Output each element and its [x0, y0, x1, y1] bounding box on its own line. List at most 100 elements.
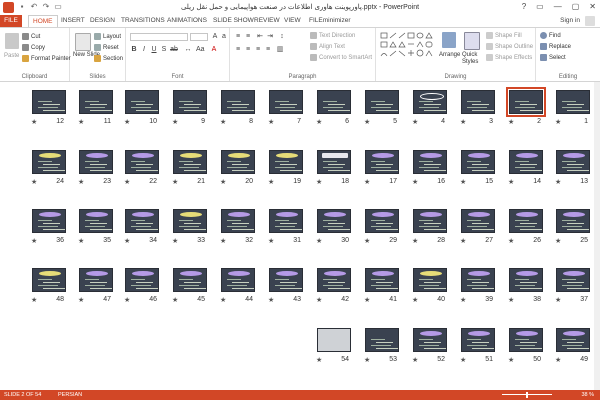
transition-star-icon[interactable]: ★ [31, 178, 37, 186]
strikethrough-icon[interactable]: ab [170, 46, 178, 54]
tab-animations[interactable]: ANIMATIONS [163, 15, 211, 27]
format-painter-button[interactable]: Format Painter [22, 55, 71, 62]
slide-thumbnail[interactable] [365, 328, 399, 352]
slide-thumbnail[interactable] [32, 268, 66, 292]
transition-star-icon[interactable]: ★ [268, 118, 274, 126]
transition-star-icon[interactable]: ★ [316, 296, 322, 304]
transition-star-icon[interactable]: ★ [412, 118, 418, 126]
transition-star-icon[interactable]: ★ [220, 237, 226, 245]
find-button[interactable]: Find [540, 32, 561, 39]
slide-thumbnail[interactable] [509, 268, 543, 292]
avatar[interactable] [585, 16, 595, 26]
transition-star-icon[interactable]: ★ [31, 118, 37, 126]
slide-thumbnail[interactable] [32, 209, 66, 233]
language-indicator[interactable]: PERSIAN [58, 390, 82, 400]
transition-star-icon[interactable]: ★ [555, 178, 561, 186]
slide-thumbnail[interactable] [461, 328, 495, 352]
transition-star-icon[interactable]: ★ [508, 356, 514, 364]
transition-star-icon[interactable]: ★ [220, 178, 226, 186]
tab-design[interactable]: DESIGN [86, 15, 119, 27]
slide-thumbnail[interactable] [221, 268, 255, 292]
tab-view[interactable]: VIEW [280, 15, 305, 27]
slide-thumbnail[interactable] [79, 90, 113, 114]
transition-star-icon[interactable]: ★ [124, 237, 130, 245]
transition-star-icon[interactable]: ★ [316, 237, 322, 245]
text-direction-button[interactable]: Text Direction [310, 32, 355, 39]
slide-thumbnail[interactable] [365, 150, 399, 174]
slide-thumbnail[interactable] [269, 90, 303, 114]
transition-star-icon[interactable]: ★ [172, 237, 178, 245]
slide-thumbnail[interactable] [365, 209, 399, 233]
align-center-icon[interactable]: ≡ [244, 46, 252, 54]
transition-star-icon[interactable]: ★ [364, 178, 370, 186]
transition-star-icon[interactable]: ★ [268, 296, 274, 304]
shape-effects-button[interactable]: Shape Effects [486, 54, 532, 61]
bullets-icon[interactable]: ≡ [234, 33, 242, 41]
slide-thumbnail[interactable] [317, 209, 351, 233]
transition-star-icon[interactable]: ★ [460, 296, 466, 304]
slide-thumbnail[interactable] [461, 90, 495, 114]
paste-button[interactable]: Paste [4, 53, 19, 59]
slide-thumbnail[interactable] [32, 150, 66, 174]
transition-star-icon[interactable]: ★ [555, 237, 561, 245]
align-right-icon[interactable]: ≡ [254, 46, 262, 54]
slide-thumbnail[interactable] [317, 150, 351, 174]
transition-star-icon[interactable]: ★ [124, 178, 130, 186]
slide-thumbnail[interactable] [79, 150, 113, 174]
tab-insert[interactable]: INSERT [57, 15, 89, 27]
quick-styles-button[interactable]: Quick Styles [462, 52, 482, 66]
slide-thumbnail[interactable] [221, 209, 255, 233]
shrink-font-icon[interactable]: a [220, 33, 228, 41]
transition-star-icon[interactable]: ★ [460, 356, 466, 364]
reset-button[interactable]: Reset [94, 44, 119, 51]
bold-icon[interactable]: B [130, 46, 138, 54]
font-color-icon[interactable]: A [210, 46, 218, 54]
font-size-box[interactable] [190, 33, 208, 41]
transition-star-icon[interactable]: ★ [555, 356, 561, 364]
increase-indent-icon[interactable]: ⇥ [266, 33, 274, 41]
zoom-slider-knob[interactable] [526, 392, 528, 398]
transition-star-icon[interactable]: ★ [316, 356, 322, 364]
shapes-gallery[interactable] [380, 32, 436, 62]
minimize-button[interactable]: — [554, 2, 562, 11]
slide-thumbnail[interactable] [173, 150, 207, 174]
align-text-button[interactable]: Align Text [310, 43, 345, 50]
align-left-icon[interactable]: ≡ [234, 46, 242, 54]
transition-star-icon[interactable]: ★ [78, 296, 84, 304]
slide-thumbnail[interactable] [269, 268, 303, 292]
cut-button[interactable]: Cut [22, 33, 40, 40]
slide-thumbnail[interactable] [413, 90, 447, 114]
slide-thumbnail[interactable] [556, 150, 590, 174]
help-button[interactable]: ? [522, 2, 526, 11]
slide-thumbnail[interactable] [317, 90, 351, 114]
transition-star-icon[interactable]: ★ [31, 237, 37, 245]
slide-thumbnail[interactable] [79, 209, 113, 233]
slide-thumbnail[interactable] [413, 268, 447, 292]
paste-icon[interactable] [5, 33, 19, 49]
slide-thumbnail[interactable] [173, 268, 207, 292]
slide-thumbnail[interactable] [125, 268, 159, 292]
transition-star-icon[interactable]: ★ [412, 356, 418, 364]
arrange-button[interactable]: Arrange [439, 52, 460, 58]
slide-thumbnail[interactable] [413, 328, 447, 352]
transition-star-icon[interactable]: ★ [412, 178, 418, 186]
transition-star-icon[interactable]: ★ [316, 178, 322, 186]
slide-thumbnail[interactable] [461, 150, 495, 174]
slide-thumbnail[interactable] [556, 90, 590, 114]
transition-star-icon[interactable]: ★ [172, 296, 178, 304]
slide-thumbnail[interactable] [173, 90, 207, 114]
transition-star-icon[interactable]: ★ [508, 296, 514, 304]
italic-icon[interactable]: I [140, 46, 148, 54]
slide-thumbnail[interactable] [556, 328, 590, 352]
tab-home[interactable]: HOME [28, 15, 58, 27]
tab-transitions[interactable]: TRANSITIONS [117, 15, 169, 27]
slide-thumbnail[interactable] [221, 90, 255, 114]
transition-star-icon[interactable]: ★ [268, 178, 274, 186]
slide-thumbnail[interactable] [365, 90, 399, 114]
slide-thumbnail[interactable] [509, 328, 543, 352]
slide-thumbnail[interactable] [413, 150, 447, 174]
transition-star-icon[interactable]: ★ [508, 118, 514, 126]
transition-star-icon[interactable]: ★ [124, 296, 130, 304]
vertical-scrollbar[interactable] [594, 82, 600, 390]
ribbon-display-button[interactable]: ▭ [536, 2, 544, 11]
